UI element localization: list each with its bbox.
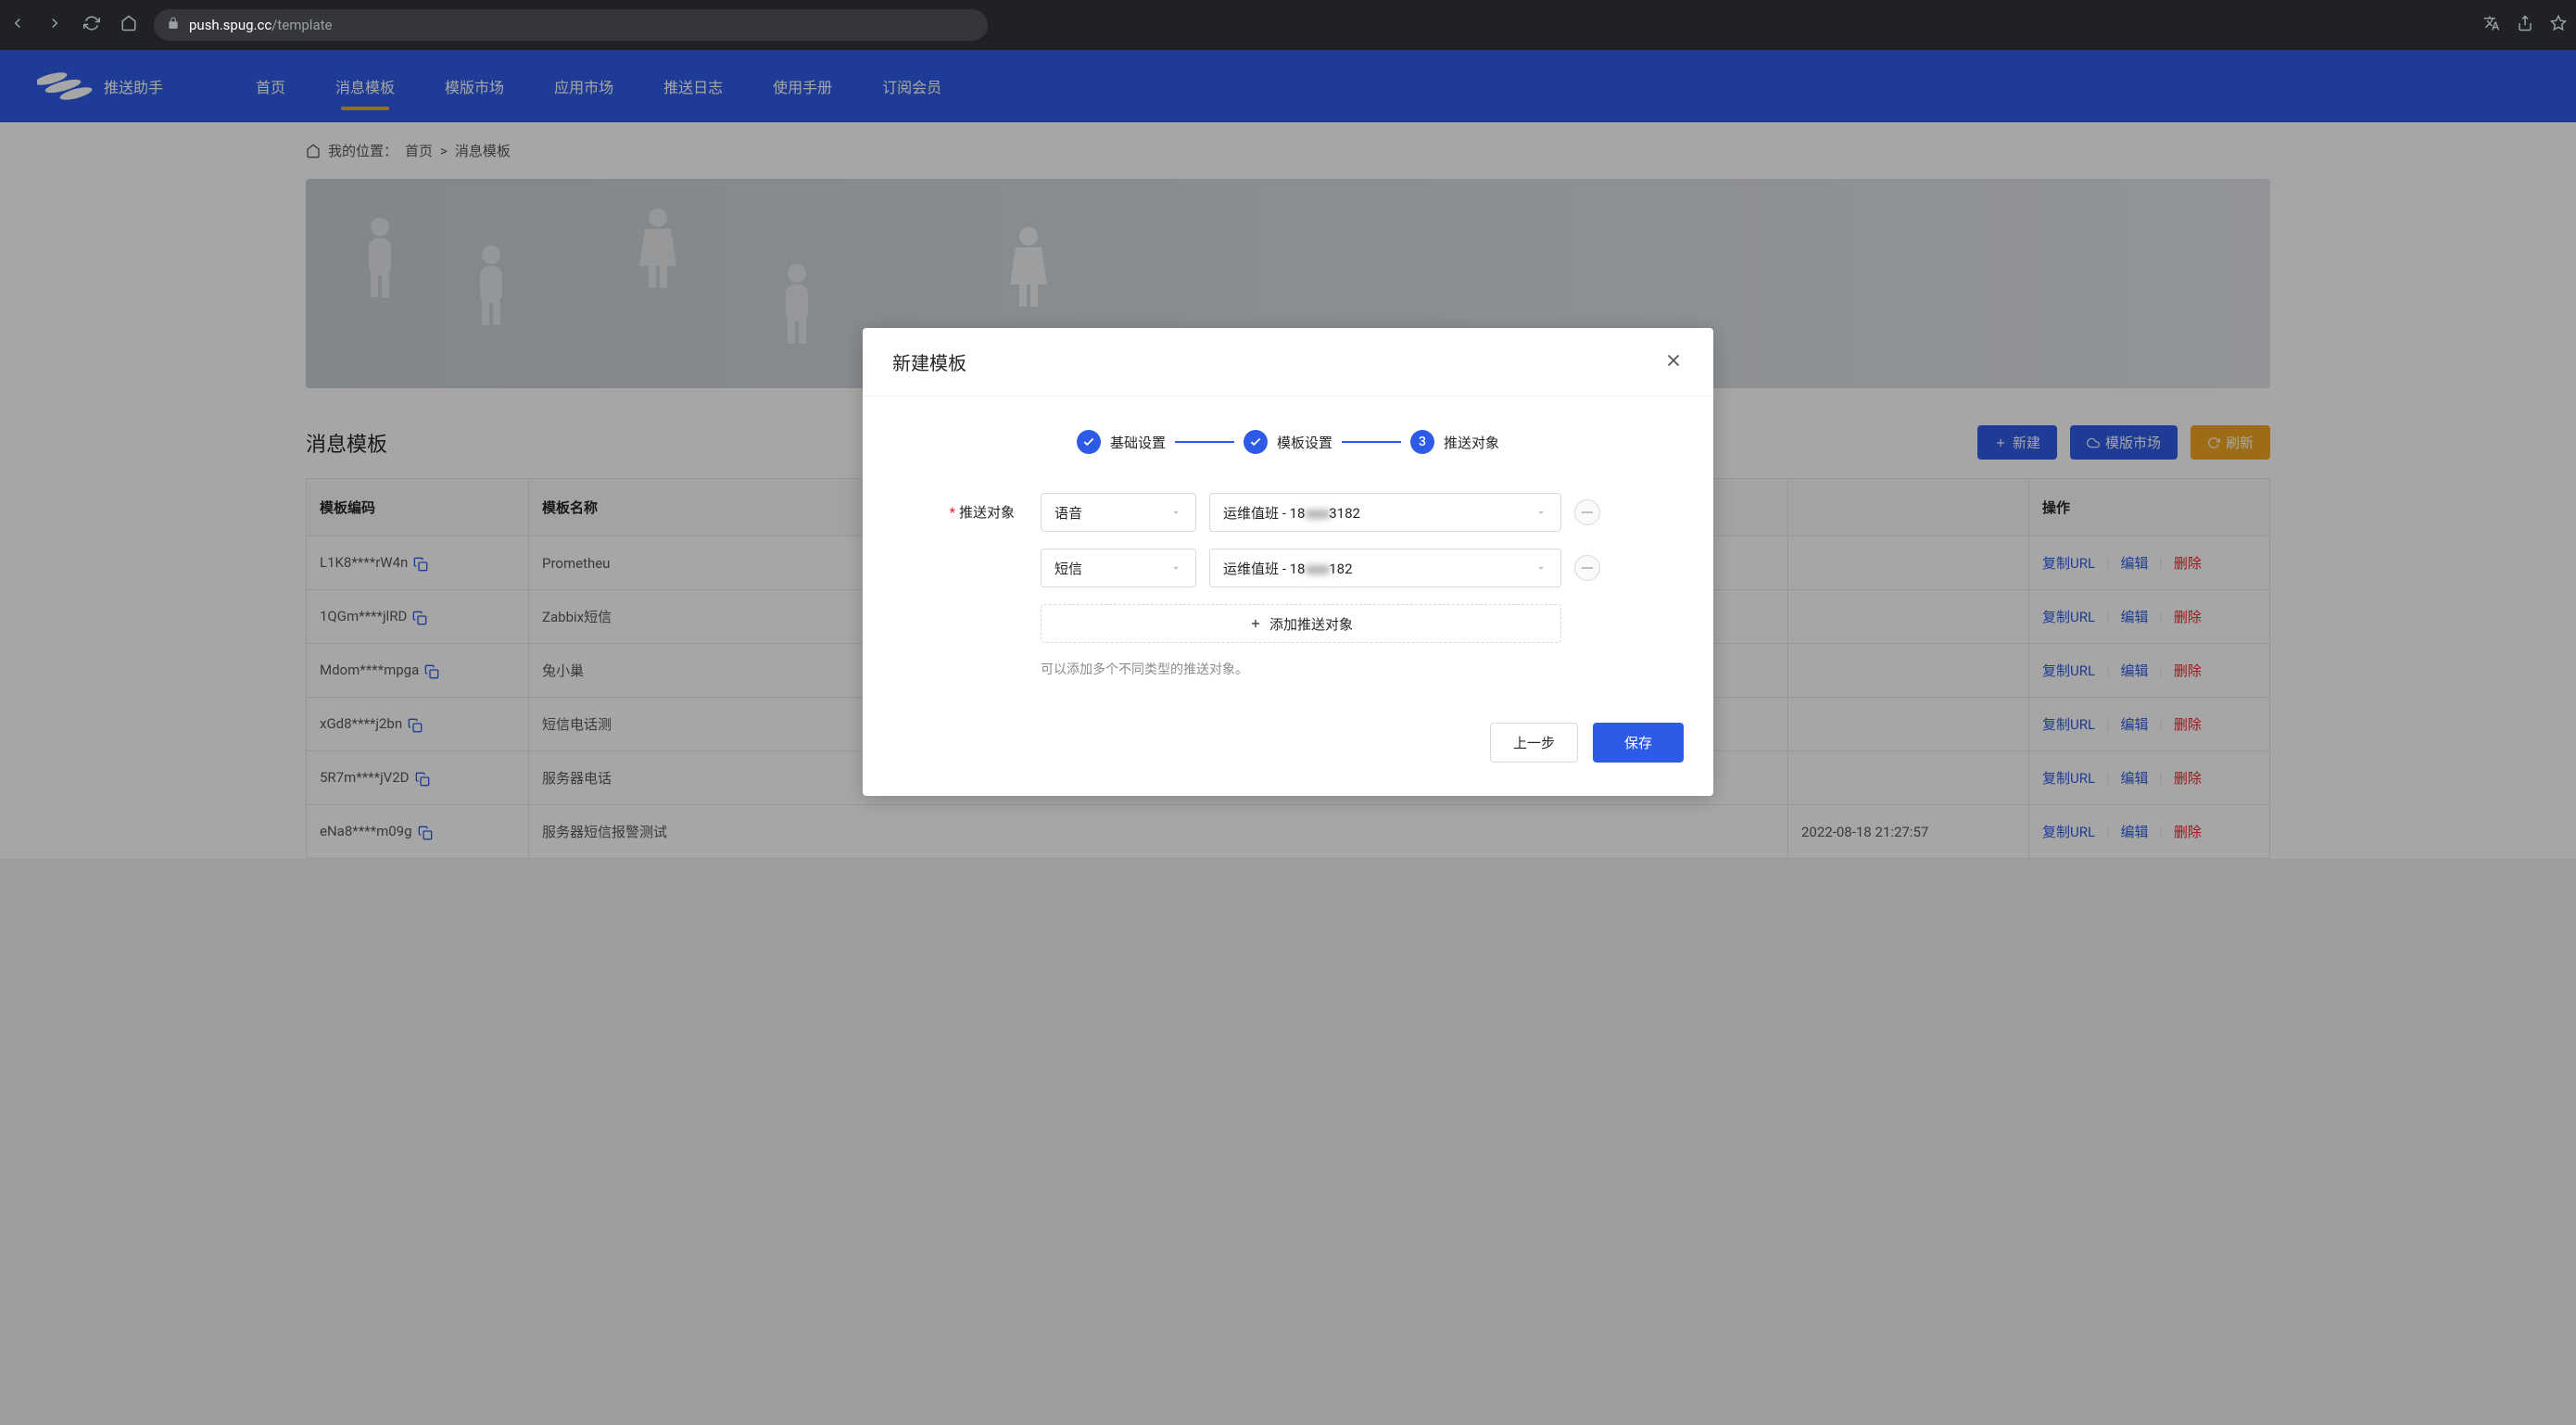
url-text: push.spug.cc/template [189, 17, 332, 33]
step-label: 基础设置 [1110, 433, 1166, 452]
check-icon [1077, 430, 1101, 454]
form-hint: 可以添加多个不同类型的推送对象。 [1041, 660, 1561, 678]
chevron-down-icon [1534, 506, 1547, 519]
target-value-select[interactable]: 运维值班 - 18xxxx182 [1209, 549, 1561, 587]
check-icon [1244, 430, 1268, 454]
target-type-select[interactable]: 短信 [1041, 549, 1196, 587]
star-icon[interactable] [2550, 15, 2567, 35]
step-line [1175, 441, 1234, 443]
browser-chrome: push.spug.cc/template [0, 0, 2576, 50]
add-target-button[interactable]: 添加推送对象 [1041, 604, 1561, 643]
translate-icon[interactable] [2483, 15, 2500, 35]
modal: 新建模板 基础设置 模板设置 3 推送对象 *推送对象 语音 运维值班 - 18xxx… [863, 328, 1713, 796]
step-number: 3 [1410, 430, 1434, 454]
step-0: 基础设置 [1077, 430, 1166, 454]
close-icon[interactable] [1663, 350, 1684, 374]
step-1: 模板设置 [1244, 430, 1332, 454]
chevron-down-icon [1169, 506, 1182, 519]
prev-button[interactable]: 上一步 [1490, 723, 1578, 763]
remove-target-button[interactable] [1574, 499, 1600, 525]
share-icon[interactable] [2517, 15, 2533, 35]
minus-icon [1582, 567, 1593, 569]
reload-icon[interactable] [83, 15, 100, 35]
target-row: 短信 运维值班 - 18xxxx182 [1041, 549, 1684, 587]
target-value-select[interactable]: 运维值班 - 18xxxx3182 [1209, 493, 1561, 532]
form-label-target: *推送对象 [892, 493, 1041, 522]
modal-overlay[interactable]: 新建模板 基础设置 模板设置 3 推送对象 *推送对象 语音 运维值班 - 18xxx… [0, 50, 2576, 1425]
save-button[interactable]: 保存 [1593, 723, 1684, 763]
step-label: 推送对象 [1444, 433, 1499, 452]
step-2: 3 推送对象 [1410, 430, 1499, 454]
modal-title: 新建模板 [892, 348, 966, 375]
chevron-down-icon [1169, 561, 1182, 574]
step-line [1342, 441, 1401, 443]
target-row: 语音 运维值班 - 18xxxx3182 [1041, 493, 1684, 532]
step-label: 模板设置 [1277, 433, 1332, 452]
home-icon[interactable] [120, 15, 137, 35]
target-type-select[interactable]: 语音 [1041, 493, 1196, 532]
forward-icon[interactable] [46, 15, 63, 35]
minus-icon [1582, 511, 1593, 513]
chevron-down-icon [1534, 561, 1547, 574]
back-icon[interactable] [9, 15, 26, 35]
remove-target-button[interactable] [1574, 555, 1600, 581]
steps: 基础设置 模板设置 3 推送对象 [892, 430, 1684, 454]
url-bar[interactable]: push.spug.cc/template [154, 9, 988, 41]
lock-icon [167, 17, 180, 33]
plus-icon [1249, 617, 1262, 630]
